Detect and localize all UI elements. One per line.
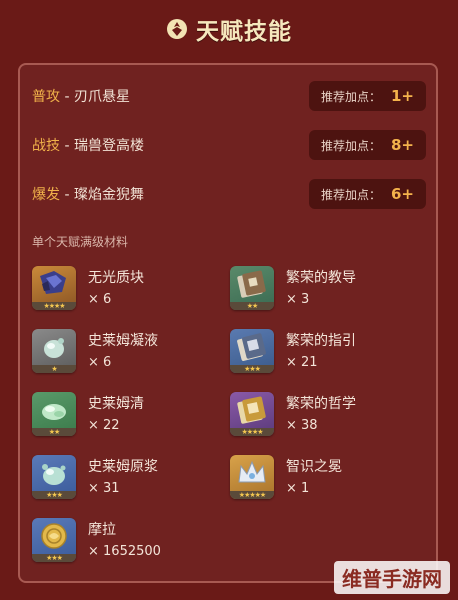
material-item: ★★★ 摩拉 × 1652500	[32, 518, 212, 574]
rec-value: 6+	[390, 185, 414, 203]
skill-type: 战技	[32, 138, 60, 154]
rarity-stars: ★	[32, 365, 76, 373]
material-name: 繁荣的哲学	[286, 396, 356, 412]
skill-title: 瑞兽登高楼	[73, 138, 144, 154]
material-name: 智识之冕	[286, 459, 342, 475]
material-item: ★★★★ 无光质块 × 6	[32, 266, 212, 322]
material-count: × 6	[88, 292, 112, 307]
skill-type: 普攻	[32, 89, 60, 105]
rec-label: 推荐加点：	[320, 89, 381, 104]
skill-type: 爆发	[32, 187, 60, 203]
rec-value: 1+	[390, 87, 414, 105]
rarity-stars: ★★	[32, 428, 76, 436]
rarity-stars: ★★★	[32, 491, 76, 499]
book-teachings-icon: ★★	[230, 266, 274, 310]
material-count: × 1	[286, 481, 310, 496]
dark-crystal-icon: ★★★★	[32, 266, 76, 310]
skill-row-burst: 爆发 - 璨焰金猊舞 推荐加点： 6+	[32, 179, 426, 209]
material-count: × 38	[286, 418, 318, 433]
material-count: × 1652500	[88, 544, 161, 559]
rarity-stars: ★★★	[230, 365, 274, 373]
rec-label: 推荐加点：	[320, 187, 381, 202]
rarity-stars: ★★★★	[230, 428, 274, 436]
material-name: 无光质块	[88, 270, 144, 286]
materials-heading: 单个天赋满级材料	[32, 235, 129, 249]
talent-icon	[166, 18, 188, 40]
slime-concentrate-icon: ★★★	[32, 455, 76, 499]
material-name: 繁荣的教导	[286, 270, 356, 286]
material-item: ★★★ 繁荣的指引 × 21	[230, 329, 410, 385]
material-name: 摩拉	[88, 522, 116, 538]
mora-coin-icon: ★★★	[32, 518, 76, 562]
material-item: ★ 史莱姆凝液 × 6	[32, 329, 212, 385]
material-name: 史莱姆原浆	[88, 459, 158, 475]
rarity-stars: ★★★★★	[230, 491, 274, 499]
skill-name: 爆发 - 璨焰金猊舞	[32, 187, 144, 203]
recommended-level-badge: 推荐加点： 8+	[308, 130, 426, 160]
book-philosophies-icon: ★★★★	[230, 392, 274, 436]
skill-row-normal-attack: 普攻 - 刃爪悬星 推荐加点： 1+	[32, 81, 426, 111]
skill-title: 璨焰金猊舞	[73, 187, 144, 203]
skill-title: 刃爪悬星	[73, 89, 130, 105]
material-item: ★★★★ 繁荣的哲学 × 38	[230, 392, 410, 448]
material-count: × 6	[88, 355, 112, 370]
rarity-stars: ★★★	[32, 554, 76, 562]
material-name: 繁荣的指引	[286, 333, 356, 349]
skill-row-skill: 战技 - 瑞兽登高楼 推荐加点： 8+	[32, 130, 426, 160]
page-title: 天赋技能	[196, 19, 292, 45]
material-count: × 21	[286, 355, 318, 370]
material-item: ★★ 繁荣的教导 × 3	[230, 266, 410, 322]
material-count: × 3	[286, 292, 310, 307]
header: 天赋技能	[0, 0, 458, 58]
crown-icon: ★★★★★	[230, 455, 274, 499]
rec-label: 推荐加点：	[320, 138, 381, 153]
material-count: × 31	[88, 481, 120, 496]
material-name: 史莱姆清	[88, 396, 144, 412]
recommended-level-badge: 推荐加点： 6+	[308, 179, 426, 209]
recommended-level-badge: 推荐加点： 1+	[308, 81, 426, 111]
material-item: ★★★ 史莱姆原浆 × 31	[32, 455, 212, 511]
skill-name: 战技 - 瑞兽登高楼	[32, 138, 144, 154]
material-name: 史莱姆凝液	[88, 333, 158, 349]
watermark: 维普手游网	[334, 561, 450, 594]
skill-name: 普攻 - 刃爪悬星	[32, 89, 130, 105]
material-item: ★★ 史莱姆清 × 22	[32, 392, 212, 448]
slime-secretions-icon: ★★	[32, 392, 76, 436]
book-guide-icon: ★★★	[230, 329, 274, 373]
rarity-stars: ★★★★	[32, 302, 76, 310]
slime-condensate-icon: ★	[32, 329, 76, 373]
material-count: × 22	[88, 418, 120, 433]
rec-value: 8+	[390, 136, 414, 154]
rarity-stars: ★★	[230, 302, 274, 310]
talent-panel: 普攻 - 刃爪悬星 推荐加点： 1+ 战技 - 瑞兽登高楼 推荐加点： 8+ 爆…	[18, 63, 438, 583]
material-item: ★★★★★ 智识之冕 × 1	[230, 455, 410, 511]
